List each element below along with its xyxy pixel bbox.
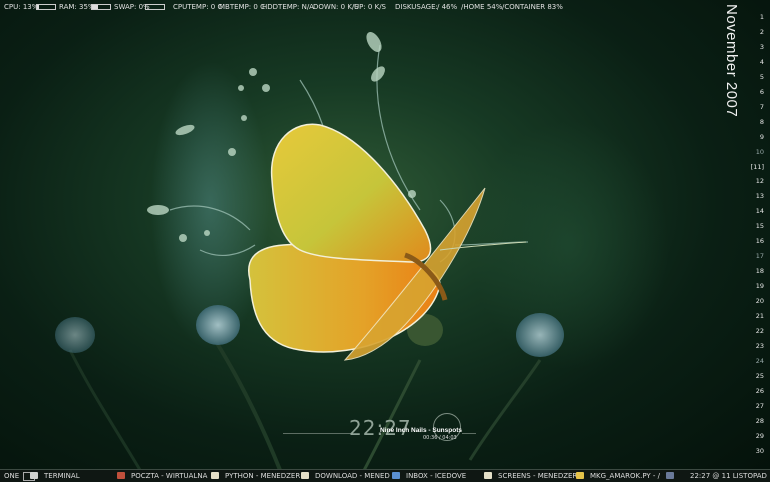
taskbar: ONE TERMINAL POCZTA - WIRTUALNA PYTHON - M…	[0, 469, 770, 482]
calendar-day: 13	[755, 192, 764, 201]
calendar-day: 12	[755, 177, 764, 186]
desktop-name[interactable]: ONE	[4, 470, 19, 482]
calendar-day: 30	[755, 446, 764, 455]
taskbar-task-button[interactable]: TERMINAL	[44, 470, 80, 482]
now-playing-track: Nine Inch Nails - Sunspots	[380, 427, 462, 434]
cpu-usage-bar	[36, 4, 56, 10]
cpu-usage-fill	[37, 5, 40, 9]
swap-usage-bar	[145, 4, 165, 10]
calendar-day: 27	[755, 401, 764, 410]
folder-icon	[301, 472, 309, 479]
taskbar-task-button[interactable]: DOWNLOAD - MENED	[315, 470, 390, 482]
hdd-temp: HDDTEMP: N/A	[262, 3, 314, 11]
calendar-day: 20	[755, 297, 764, 306]
ram-usage-bar	[91, 4, 111, 10]
editor-icon	[576, 472, 584, 479]
disk-usage-label: DISKUSAGE:	[395, 3, 438, 11]
disk-root-usage: / 46%	[437, 3, 458, 11]
ram-label: RAM: 35%	[59, 3, 95, 11]
taskbar-task-button[interactable]: SCREENS - MENEDZER	[498, 470, 577, 482]
calendar-day: 10	[755, 147, 764, 156]
calendar-day: 17	[755, 252, 764, 261]
taskbar-task-button[interactable]: INBOX - ICEDOVE	[406, 470, 466, 482]
system-monitor-bar: CPU: 13% RAM: 35% SWAP: 0% CPUTEMP: 0 C …	[0, 0, 715, 14]
calendar-day: 26	[755, 386, 764, 395]
cpu-label: CPU: 13%	[4, 3, 39, 11]
browser-icon	[117, 472, 125, 479]
calendar-day: 29	[755, 431, 764, 440]
clock-line-right	[462, 433, 476, 434]
ram-usage-fill	[92, 5, 99, 9]
calendar-day: 3	[759, 42, 764, 51]
wallpaper-butterfly	[55, 32, 564, 479]
calendar-day-today: [11]	[750, 162, 764, 171]
calendar-day: 5	[759, 72, 764, 81]
net-down: DOWN: 0 K/S	[313, 3, 359, 11]
calendar-day: 16	[755, 237, 764, 246]
taskbar-task-button[interactable]: POCZTA - WIRTUALNA	[131, 470, 207, 482]
taskbar-task-button[interactable]: MKG_AMAROK.PY - /	[590, 470, 660, 482]
folder-icon	[484, 472, 492, 479]
calendar-day: 15	[755, 222, 764, 231]
disk-container-usage: /CONTAINER 83%	[502, 3, 563, 11]
now-playing-position: 00:36 / 04:03	[423, 435, 457, 441]
taskbar-task-button[interactable]: PYTHON - MENEDZER	[225, 470, 300, 482]
calendar-day: 14	[755, 207, 764, 216]
calendar-day: 7	[759, 102, 764, 111]
taskbar-clock: 22:27 @ 11 LISTOPAD	[690, 472, 767, 480]
folder-icon	[211, 472, 219, 479]
mail-icon	[392, 472, 400, 479]
calendar-day: 23	[755, 341, 764, 350]
calendar-day: 6	[759, 87, 764, 96]
calendar-day: 28	[755, 416, 764, 425]
calendar-day: 1	[759, 13, 764, 21]
clock-line-left	[283, 433, 353, 434]
cpu-temp: CPUTEMP: 0 C	[173, 3, 223, 11]
mb-temp: MBTEMP: 0 C	[219, 3, 265, 11]
calendar-day: 21	[755, 312, 764, 320]
calendar-day: 22	[755, 326, 764, 335]
calendar-day: 19	[755, 282, 764, 291]
net-up: UP: 0 K/S	[354, 3, 386, 11]
calendar-day: 25	[755, 371, 764, 380]
calendar-day: 9	[759, 132, 764, 141]
calendar-month: November 2007	[723, 4, 740, 118]
calendar-day: 8	[759, 117, 764, 126]
calendar-day: 18	[755, 267, 764, 276]
calendar-day: 2	[759, 27, 764, 36]
calendar-day: 24	[755, 356, 764, 365]
disk-home-usage: /HOME 54%	[461, 3, 503, 11]
clock-icon	[666, 472, 674, 479]
calendar-day: 4	[759, 57, 764, 66]
terminal-icon	[30, 472, 38, 479]
